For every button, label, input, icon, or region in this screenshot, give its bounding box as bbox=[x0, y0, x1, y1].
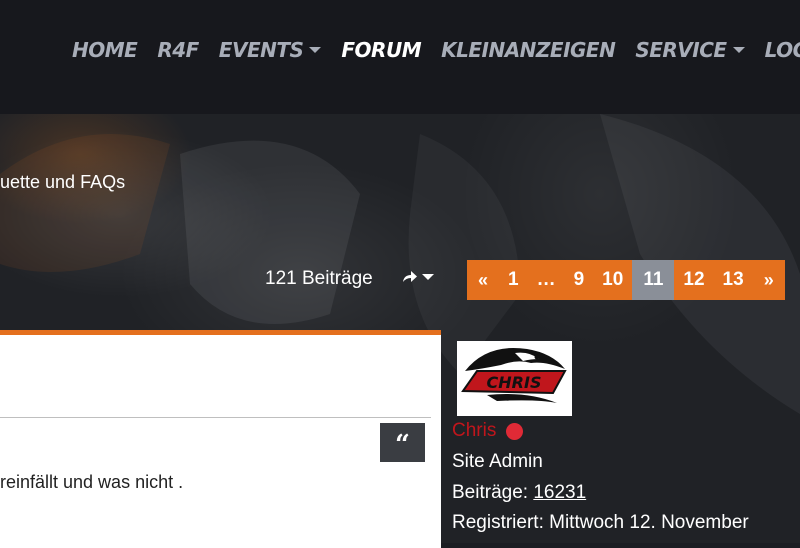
nav-forum[interactable]: FORUM bbox=[341, 38, 421, 62]
svg-text:CHRIS: CHRIS bbox=[487, 373, 542, 392]
nav-home-label: HOME bbox=[72, 38, 138, 62]
post-count: 121 Beiträge bbox=[265, 268, 373, 289]
page-13[interactable]: 13 bbox=[714, 260, 753, 300]
author-username[interactable]: Chris bbox=[452, 420, 524, 442]
post-text: reinfällt und was nicht . bbox=[0, 472, 184, 492]
online-status-icon bbox=[506, 422, 524, 440]
page-12[interactable]: 12 bbox=[674, 260, 713, 300]
page-current: 11 bbox=[632, 260, 675, 300]
nav-home[interactable]: HOME bbox=[72, 38, 138, 62]
nav-r4f-label: R4F bbox=[157, 38, 199, 62]
nav-service[interactable]: SERVICE bbox=[635, 38, 745, 62]
share-icon bbox=[403, 271, 417, 282]
page-9[interactable]: 9 bbox=[565, 260, 594, 300]
author-name[interactable]: Chris bbox=[452, 420, 496, 442]
author-posts-label: Beiträge: bbox=[452, 482, 529, 503]
eagle-logo-avatar: CHRIS bbox=[461, 347, 567, 403]
chevron-down-icon bbox=[422, 274, 434, 280]
nav-kleinanzeigen[interactable]: KLEINANZEIGEN bbox=[441, 38, 616, 62]
chevron-down-icon bbox=[309, 47, 322, 53]
main-nav: HOME R4F EVENTS FORUM KLEINANZEIGEN SERV… bbox=[72, 38, 800, 62]
post-body-panel bbox=[0, 330, 441, 548]
nav-login[interactable]: LOGIN bbox=[765, 38, 800, 62]
author-posts: Beiträge: 16231 bbox=[452, 482, 586, 504]
quote-button[interactable]: “ bbox=[380, 423, 425, 462]
breadcrumb[interactable]: uette und FAQs bbox=[0, 172, 125, 193]
page-ellipsis: … bbox=[536, 269, 556, 290]
page-10[interactable]: 10 bbox=[593, 260, 632, 300]
nav-events-label: EVENTS bbox=[218, 38, 304, 62]
top-navbar: HOME R4F EVENTS FORUM KLEINANZEIGEN SERV… bbox=[0, 0, 800, 114]
post-divider bbox=[0, 417, 431, 418]
page-1[interactable]: 1 bbox=[499, 260, 528, 300]
quote-icon: “ bbox=[395, 430, 410, 460]
nav-service-label: SERVICE bbox=[635, 38, 727, 62]
chevron-down-icon bbox=[732, 47, 745, 53]
nav-login-label: LOGIN bbox=[764, 38, 800, 62]
share-button[interactable] bbox=[402, 270, 434, 284]
nav-r4f[interactable]: R4F bbox=[157, 38, 199, 62]
nav-kleinanzeigen-label: KLEINANZEIGEN bbox=[441, 38, 616, 62]
page-next[interactable]: » bbox=[753, 260, 785, 300]
nav-forum-label: FORUM bbox=[341, 38, 422, 62]
author-registered: Registriert: Mittwoch 12. November bbox=[452, 512, 749, 533]
avatar[interactable]: CHRIS bbox=[457, 341, 572, 416]
pagination: « 1 … 9 10 11 12 13 » bbox=[467, 260, 785, 300]
author-posts-link[interactable]: 16231 bbox=[533, 482, 586, 503]
page-prev[interactable]: « bbox=[467, 260, 499, 300]
nav-events[interactable]: EVENTS bbox=[219, 38, 322, 62]
author-rank: Site Admin bbox=[452, 451, 543, 472]
